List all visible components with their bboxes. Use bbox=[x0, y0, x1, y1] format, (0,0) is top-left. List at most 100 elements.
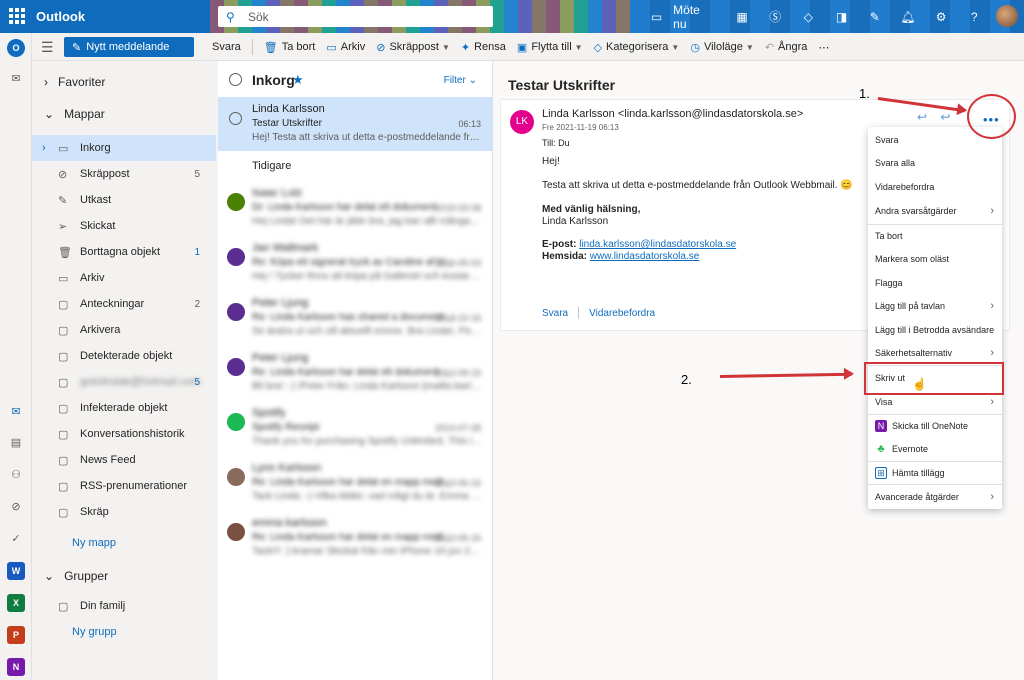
folder-account[interactable]: ▢ gotolindak@hotmail.com 5 bbox=[32, 369, 216, 395]
categorize-command[interactable]: ◇ Kategorisera ▼ bbox=[594, 41, 680, 54]
premium-diamond-icon[interactable]: ◇ bbox=[792, 10, 825, 24]
search-input[interactable]: ⚲ Sök bbox=[218, 6, 493, 27]
folder-rss[interactable]: ▢ RSS-prenumerationer bbox=[32, 473, 216, 499]
favorite-star-icon[interactable]: ★ bbox=[292, 72, 304, 88]
message-select-radio[interactable] bbox=[229, 112, 242, 125]
gear-icon[interactable]: ⚙ bbox=[925, 10, 958, 24]
select-all-checkbox[interactable] bbox=[229, 73, 242, 86]
message-item[interactable]: Peter Ljung Re: Linda Karlsson has shared… bbox=[218, 291, 493, 345]
user-avatar[interactable] bbox=[996, 5, 1018, 27]
folder-sent[interactable]: ➢ Skickat bbox=[32, 213, 216, 239]
reply-icon[interactable]: ↩ bbox=[917, 110, 927, 124]
group-family[interactable]: ▢ Din familj bbox=[32, 593, 216, 619]
message-time: 06:13 bbox=[458, 119, 481, 129]
forward-link[interactable]: Vidarebefordra bbox=[589, 308, 655, 319]
folder-news-feed[interactable]: ▢ News Feed bbox=[32, 447, 216, 473]
onenote-icon[interactable]: N bbox=[7, 658, 25, 676]
menu-delete[interactable]: Ta bort bbox=[868, 224, 1002, 247]
menu-security-options[interactable]: Säkerhetsalternativ › bbox=[868, 341, 1002, 364]
annotation-circle bbox=[967, 94, 1016, 139]
reply-command[interactable]: Svara bbox=[212, 41, 241, 53]
calendar-icon[interactable]: ▤ bbox=[7, 434, 25, 452]
message-item[interactable]: Isaac Lutz Dr: Linda Karlsson har delat e… bbox=[218, 181, 493, 235]
new-message-button[interactable]: ✎ Nytt meddelande bbox=[64, 37, 194, 57]
message-item[interactable]: emma karlsson Re: Linda Karlsson har dela… bbox=[218, 511, 493, 565]
snooze-command[interactable]: ◷ Viloläge ▼ bbox=[690, 41, 753, 54]
folder-conversation-history[interactable]: ▢ Konversationshistorik bbox=[32, 421, 216, 447]
move-command[interactable]: ▣ Flytta till ▼ bbox=[517, 41, 583, 54]
new-folder-link[interactable]: Ny mapp bbox=[72, 537, 116, 549]
filter-button[interactable]: Filter ⌄ bbox=[444, 75, 477, 86]
skype-icon[interactable]: Ⓢ bbox=[759, 8, 792, 25]
message-item[interactable]: Peter Ljung Re: Linda Karlsson har delat … bbox=[218, 346, 493, 400]
meet-now-button[interactable]: Möte nu bbox=[673, 3, 715, 31]
email-sender[interactable]: Linda Karlsson <linda.karlsson@lindasdat… bbox=[542, 108, 803, 120]
new-group-link[interactable]: Ny grupp bbox=[72, 626, 117, 638]
message-item[interactable]: Spotify Spotify Receipt 2013-07-28 Thank yo… bbox=[218, 401, 493, 455]
powerpoint-icon[interactable]: P bbox=[7, 626, 25, 644]
reply-all-icon[interactable]: ↩ bbox=[940, 110, 950, 124]
message-item[interactable]: Jan Wallmark Re: Köpa ett signerat tryck … bbox=[218, 236, 493, 290]
undo-icon: ↶ bbox=[764, 41, 775, 54]
excel-icon[interactable]: X bbox=[7, 594, 25, 612]
folder-infected[interactable]: ▢ Infekterade objekt bbox=[32, 395, 216, 421]
folder-label: Borttagna objekt bbox=[80, 246, 161, 258]
sweep-command[interactable]: ✦ Rensa bbox=[461, 41, 506, 54]
feedback-icon[interactable]: ✎ bbox=[858, 10, 891, 24]
website-link[interactable]: www.lindasdatorskola.se bbox=[590, 251, 700, 262]
menu-reply-all[interactable]: Svara alla bbox=[868, 151, 1002, 174]
outlook-logo-icon[interactable]: O bbox=[7, 39, 25, 57]
video-icon[interactable]: ▭ bbox=[640, 10, 673, 24]
menu-forward[interactable]: Vidarebefordra bbox=[868, 175, 1002, 198]
folder-inbox[interactable]: › ▭ Inkorg bbox=[32, 135, 216, 161]
delete-command[interactable]: 🗑︎ Ta bort bbox=[264, 41, 316, 54]
menu-flag[interactable]: Flagga bbox=[868, 271, 1002, 294]
hamburger-icon[interactable]: ☰ bbox=[41, 39, 54, 56]
folder-notes[interactable]: ▢ Anteckningar 2 bbox=[32, 291, 216, 317]
app-name[interactable]: Outlook bbox=[36, 9, 85, 24]
undo-command[interactable]: ↶ Ångra bbox=[765, 41, 808, 54]
bell-icon[interactable]: 🔔︎ bbox=[891, 10, 924, 24]
more-commands-button[interactable]: ⋯ bbox=[818, 41, 829, 54]
message-item[interactable]: Lynn Karlsson Re: Linda Karlsson har dela… bbox=[218, 456, 493, 510]
message-subject: Spotify Receipt bbox=[252, 422, 320, 433]
attachment-icon[interactable]: ⊘ bbox=[7, 498, 25, 516]
junk-command[interactable]: ⊘ Skräppost ▼ bbox=[376, 41, 450, 54]
folder-drafts[interactable]: ✎ Utkast bbox=[32, 187, 216, 213]
folder-archive[interactable]: ▭ Arkiv bbox=[32, 265, 216, 291]
menu-advanced-actions[interactable]: Avancerade åtgärder › bbox=[868, 485, 1002, 508]
word-icon[interactable]: W bbox=[7, 562, 25, 580]
people-icon[interactable]: ⚇ bbox=[7, 466, 25, 484]
office-icon[interactable]: ◨ bbox=[825, 10, 858, 24]
folder-junk[interactable]: ⊘ Skräppost 5 bbox=[32, 161, 216, 187]
folder-trash[interactable]: ▢ Skräp bbox=[32, 499, 216, 525]
menu-add-to-board[interactable]: Lägg till på tavlan › bbox=[868, 294, 1002, 317]
reply-link[interactable]: Svara bbox=[542, 308, 568, 319]
favorites-group[interactable]: › Favoriter bbox=[44, 75, 105, 89]
menu-send-to-onenote[interactable]: N Skicka till OneNote bbox=[868, 414, 1002, 437]
email-link[interactable]: linda.karlsson@lindasdatorskola.se bbox=[579, 239, 736, 250]
folder-archive-2[interactable]: ▢ Arkivera bbox=[32, 317, 216, 343]
sender-avatar bbox=[227, 303, 245, 321]
menu-add-trusted-sender[interactable]: Lägg till i Betrodda avsändare bbox=[868, 318, 1002, 341]
groups-group[interactable]: ⌄ Grupper bbox=[44, 569, 108, 583]
mail-icon[interactable]: ✉ bbox=[7, 70, 25, 88]
chevron-down-icon: ▼ bbox=[671, 42, 680, 52]
folder-deleted[interactable]: 🗑︎ Borttagna objekt 1 bbox=[32, 239, 216, 265]
archive-command[interactable]: ▭ Arkiv bbox=[326, 41, 365, 54]
menu-get-addins[interactable]: ⊞ Hämta tillägg bbox=[868, 461, 1002, 484]
app-launcher-icon[interactable] bbox=[9, 8, 25, 24]
apps-grid-icon[interactable]: ▦ bbox=[725, 10, 758, 24]
folders-group[interactable]: ⌄ Mappar bbox=[44, 107, 105, 121]
folder-detected[interactable]: ▢ Detekterade objekt bbox=[32, 343, 216, 369]
todo-icon[interactable]: ✓ bbox=[7, 530, 25, 548]
menu-evernote[interactable]: ♣ Evernote bbox=[868, 437, 1002, 460]
mail-active-icon[interactable]: ✉ bbox=[7, 403, 25, 421]
menu-other-reply-actions[interactable]: Andra svarsåtgärder › bbox=[868, 199, 1002, 222]
help-icon[interactable]: ? bbox=[958, 10, 991, 24]
menu-mark-unread[interactable]: Markera som oläst bbox=[868, 247, 1002, 270]
menu-label: Svara alla bbox=[875, 157, 916, 168]
email-date: Fre 2021-11-19 06:13 bbox=[542, 123, 619, 132]
sender-avatar[interactable]: LK bbox=[510, 110, 534, 134]
message-item-selected[interactable]: Linda Karlsson Testar Utskrifter 06:13 H… bbox=[218, 97, 493, 151]
